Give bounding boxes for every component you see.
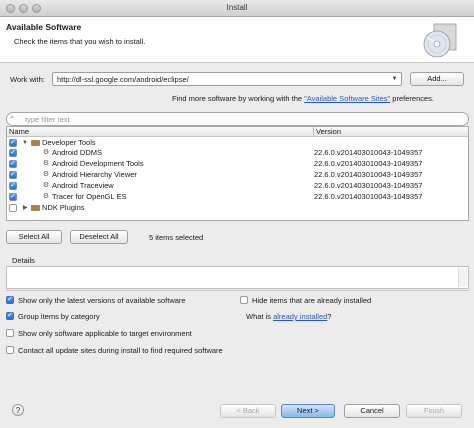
window-title: Install — [226, 3, 248, 12]
row-name: Android Hierarchy Viewer — [52, 170, 137, 179]
next-button[interactable]: Next > — [281, 404, 335, 418]
expand-triangle-icon[interactable]: ▼ — [22, 138, 28, 148]
row-checkbox[interactable]: ✓ — [9, 171, 17, 179]
plugin-icon: ⚙ — [42, 182, 50, 189]
install-cd-icon — [423, 23, 457, 58]
row-version: 22.6.0.v201403010043-1049357 — [314, 170, 423, 179]
table-row[interactable]: ✓ ⚙ Android Traceview 22.6.0.v2014030100… — [7, 181, 468, 191]
row-checkbox[interactable]: ✓ — [9, 139, 17, 147]
more-software-text: Find more software by working with the "… — [172, 94, 434, 103]
row-name: Developer Tools — [42, 138, 96, 147]
row-checkbox[interactable]: ✓ — [9, 182, 17, 190]
chevron-down-icon[interactable]: ▼ — [390, 75, 399, 83]
cancel-button[interactable]: Cancel — [344, 404, 400, 418]
table-header: Name Version — [7, 127, 468, 137]
divider — [6, 290, 469, 291]
add-site-button[interactable]: Add... — [410, 72, 464, 86]
latest-only-label: Show only the latest versions of availab… — [18, 296, 186, 305]
hide-installed-label: Hide items that are already installed — [252, 296, 372, 305]
plugin-icon: ⚙ — [42, 171, 50, 178]
what-is-suffix: ? — [327, 312, 332, 321]
deselect-all-button[interactable]: Deselect All — [70, 230, 128, 244]
select-all-button[interactable]: Select All — [6, 230, 62, 244]
row-version: 22.6.0.v201403010043-1049357 — [314, 181, 423, 190]
row-name: Android Traceview — [52, 181, 114, 190]
column-header-name[interactable]: Name — [7, 127, 29, 137]
details-label: Details — [12, 256, 35, 265]
plugin-icon: ⚙ — [42, 160, 50, 167]
more-software-prefix: Find more software by working with the — [172, 94, 305, 103]
hide-installed-checkbox[interactable] — [240, 296, 248, 304]
search-icon: ⌕ — [10, 114, 14, 121]
target-environment-label: Show only software applicable to target … — [18, 329, 192, 338]
group-by-category-label: Group items by category — [18, 312, 100, 321]
latest-only-checkbox[interactable]: ✓ — [6, 296, 14, 304]
row-version: 22.6.0.v201403010043-1049357 — [314, 148, 423, 157]
work-with-label: Work with: — [10, 75, 45, 84]
row-name: NDK Plugins — [42, 203, 85, 212]
group-by-category-checkbox[interactable]: ✓ — [6, 312, 14, 320]
table-row[interactable]: ✓ ⚙ Android Hierarchy Viewer 22.6.0.v201… — [7, 170, 468, 180]
work-with-value: http://dl-ssl.google.com/android/eclipse… — [57, 75, 189, 84]
already-installed-link[interactable]: already installed — [273, 312, 327, 321]
target-environment-checkbox[interactable] — [6, 329, 14, 337]
folder-icon — [31, 205, 40, 211]
row-checkbox[interactable] — [9, 204, 17, 212]
title-bar: Install — [0, 0, 474, 17]
table-row[interactable]: ✓ ⚙ Tracer for OpenGL ES 22.6.0.v2014030… — [7, 192, 468, 202]
details-scrollbar[interactable] — [458, 268, 467, 287]
row-version: 22.6.0.v201403010043-1049357 — [314, 159, 423, 168]
plugin-icon: ⚙ — [42, 149, 50, 156]
what-is-prefix: What is — [246, 312, 274, 321]
row-checkbox[interactable]: ✓ — [9, 160, 17, 168]
work-with-combo[interactable]: http://dl-ssl.google.com/android/eclipse… — [52, 72, 402, 86]
row-name: Tracer for OpenGL ES — [52, 192, 127, 201]
what-is-installed-text: What is already installed? — [246, 312, 331, 321]
wizard-header: Available Software Check the items that … — [0, 17, 474, 63]
row-checkbox[interactable]: ✓ — [9, 193, 17, 201]
table-row[interactable]: ✓ ▼ Developer Tools — [7, 138, 468, 148]
plugin-icon: ⚙ — [42, 193, 50, 200]
contact-all-sites-label: Contact all update sites during install … — [18, 346, 223, 355]
folder-icon — [31, 140, 40, 146]
table-row[interactable]: ✓ ⚙ Android Development Tools 22.6.0.v20… — [7, 159, 468, 169]
details-text-area[interactable] — [6, 266, 469, 289]
row-checkbox[interactable]: ✓ — [9, 149, 17, 157]
expand-triangle-icon[interactable]: ▶ — [23, 203, 28, 213]
row-name: Android Development Tools — [52, 159, 144, 168]
selection-count: 5 items selected — [149, 233, 204, 242]
contact-all-sites-checkbox[interactable] — [6, 346, 14, 354]
column-header-version[interactable]: Version — [314, 127, 341, 137]
software-table[interactable]: Name Version ✓ ▼ Developer Tools ✓ ⚙ And… — [6, 126, 469, 221]
filter-input[interactable]: type filter text — [6, 112, 469, 126]
back-button[interactable]: < Back — [220, 404, 276, 418]
page-description: Check the items that you wish to install… — [14, 37, 146, 46]
row-name: Android DDMS — [52, 148, 103, 157]
table-row[interactable]: ▶ NDK Plugins — [7, 203, 468, 213]
more-software-suffix: preferences. — [390, 94, 434, 103]
help-button[interactable]: ? — [12, 404, 24, 416]
table-row[interactable]: ✓ ⚙ Android DDMS 22.6.0.v201403010043-10… — [7, 148, 468, 158]
row-version: 22.6.0.v201403010043-1049357 — [314, 192, 423, 201]
page-title: Available Software — [6, 22, 82, 32]
finish-button[interactable]: Finish — [406, 404, 462, 418]
available-software-sites-link[interactable]: "Available Software Sites" — [304, 94, 390, 103]
